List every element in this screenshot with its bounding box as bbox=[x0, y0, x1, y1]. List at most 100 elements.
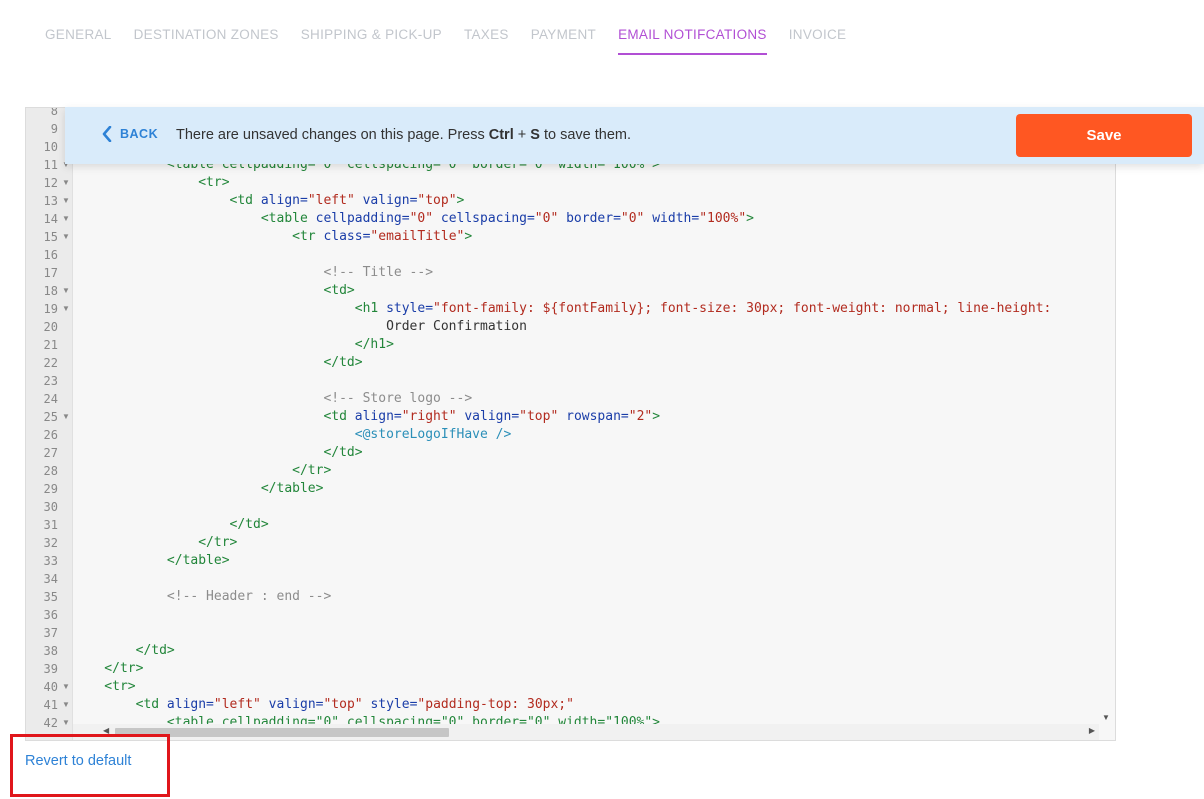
code-token: </table> bbox=[73, 481, 324, 496]
code-token: "top" bbox=[519, 409, 559, 424]
fold-toggle-icon[interactable]: ▼ bbox=[62, 192, 70, 210]
line-number: 8 bbox=[50, 107, 58, 118]
line-number: 20 bbox=[43, 320, 58, 334]
code-token: "0" bbox=[534, 211, 559, 226]
line-number: 26 bbox=[43, 428, 58, 442]
fold-toggle-icon[interactable]: ▼ bbox=[62, 174, 70, 192]
code-token: <td bbox=[73, 697, 167, 712]
code-line: </h1> bbox=[73, 336, 394, 354]
unsaved-message: There are unsaved changes on this page. … bbox=[176, 127, 632, 143]
code-line: <tr class="emailTitle"> bbox=[73, 228, 472, 246]
tab-invoice[interactable]: INVOICE bbox=[789, 26, 847, 53]
code-token: style= bbox=[362, 697, 418, 712]
code-token: <!-- Store logo --> bbox=[73, 391, 473, 406]
code-token: "padding-top: 30px;" bbox=[417, 697, 574, 712]
fold-toggle-icon[interactable]: ▼ bbox=[62, 282, 70, 300]
ctrl-key: Ctrl bbox=[488, 127, 514, 143]
line-number: 34 bbox=[43, 572, 58, 586]
line-number: 9 bbox=[50, 122, 58, 136]
line-number: 30 bbox=[43, 500, 58, 514]
code-token: "left" bbox=[213, 697, 261, 712]
code-token: Order Confirmation bbox=[73, 319, 527, 334]
code-token: "100%" bbox=[699, 211, 747, 226]
line-number: 17 bbox=[43, 266, 58, 280]
code-token: <td bbox=[73, 409, 355, 424]
tab-email-notifcations[interactable]: EMAIL NOTIFCATIONS bbox=[618, 26, 767, 55]
code-line: <h1 style="font-family: ${fontFamily}; f… bbox=[73, 300, 1052, 318]
scroll-down-icon[interactable]: ▼ bbox=[1102, 713, 1110, 722]
code-token: <tr> bbox=[73, 175, 230, 190]
tab-destination-zones[interactable]: DESTINATION ZONES bbox=[134, 26, 279, 53]
code-token: <table bbox=[73, 211, 316, 226]
code-token: border= bbox=[558, 211, 621, 226]
code-token: </h1> bbox=[73, 337, 394, 352]
code-line: <table cellpadding="0" cellspacing="0" b… bbox=[73, 714, 660, 724]
line-number: 15 bbox=[43, 230, 58, 244]
line-number-gutter: 8 9 10 11 ▼ 12 ▼ 13 ▼ 14 ▼ 15 ▼ 16 17 18 ▼ 19 ▼ 20 21 22 23 24 2… bbox=[26, 108, 73, 740]
code-token: <h1 bbox=[73, 301, 387, 316]
back-button[interactable]: BACK bbox=[102, 126, 158, 142]
code-line: <td align="right" valign="top" rowspan="… bbox=[73, 408, 660, 426]
code-token: align= bbox=[260, 193, 308, 208]
settings-tabs: GENERAL DESTINATION ZONES SHIPPING & PICK-… bbox=[45, 26, 846, 56]
code-token: valign= bbox=[456, 409, 520, 424]
scroll-right-icon[interactable]: ▶ bbox=[1089, 726, 1095, 735]
line-number: 12 bbox=[43, 176, 58, 190]
code-token: <tr bbox=[73, 229, 324, 244]
back-label: BACK bbox=[120, 127, 159, 141]
line-number: 42 bbox=[43, 716, 58, 730]
code-token: "left" bbox=[307, 193, 355, 208]
code-line: <!-- Header : end --> bbox=[73, 588, 331, 606]
code-token: </table> bbox=[73, 553, 230, 568]
code-line: <td align="left" valign="top"> bbox=[73, 192, 465, 210]
revert-to-default-link[interactable]: Revert to default bbox=[25, 753, 131, 769]
code-token: </tr> bbox=[73, 463, 332, 478]
line-number: 28 bbox=[43, 464, 58, 478]
code-token: valign= bbox=[260, 697, 324, 712]
code-token: "2" bbox=[628, 409, 653, 424]
tab-taxes[interactable]: TAXES bbox=[464, 26, 509, 53]
fold-toggle-icon[interactable]: ▼ bbox=[62, 714, 70, 732]
tab-general[interactable]: GENERAL bbox=[45, 26, 112, 53]
code-token: <table cellpadding="0" cellspacing="0" b… bbox=[73, 715, 660, 724]
code-token: class= bbox=[323, 229, 371, 244]
code-token: <@storeLogoIfHave /> bbox=[73, 427, 512, 442]
code-editor[interactable]: 8 9 10 11 ▼ 12 ▼ 13 ▼ 14 ▼ 15 ▼ 16 17 18 ▼ 19 ▼ 20 21 22 23 24 2… bbox=[25, 107, 1116, 741]
code-token: <!-- Title --> bbox=[73, 265, 434, 280]
code-token: align= bbox=[166, 697, 214, 712]
code-line: <@storeLogoIfHave /> bbox=[73, 426, 512, 444]
code-line: </td> bbox=[73, 444, 363, 462]
fold-toggle-icon[interactable]: ▼ bbox=[62, 696, 70, 714]
code-token: style= bbox=[386, 301, 434, 316]
fold-toggle-icon[interactable]: ▼ bbox=[62, 408, 70, 426]
code-token: > bbox=[652, 409, 661, 424]
line-number: 29 bbox=[43, 482, 58, 496]
fold-toggle-icon[interactable]: ▼ bbox=[62, 678, 70, 696]
line-number: 22 bbox=[43, 356, 58, 370]
code-area[interactable]: <table cellpadding="0" cellspacing="0" b… bbox=[73, 108, 1099, 724]
tab-shipping-pick-up[interactable]: SHIPPING & PICK-UP bbox=[301, 26, 442, 53]
line-number: 40 bbox=[43, 680, 58, 694]
vertical-scrollbar[interactable]: ▼ bbox=[1099, 108, 1115, 724]
fold-toggle-icon[interactable]: ▼ bbox=[62, 228, 70, 246]
code-token: > bbox=[464, 229, 473, 244]
code-line: </table> bbox=[73, 552, 230, 570]
line-number: 35 bbox=[43, 590, 58, 604]
code-token: </td> bbox=[73, 445, 363, 460]
code-token: "right" bbox=[401, 409, 457, 424]
save-button[interactable]: Save bbox=[1016, 114, 1192, 157]
code-token: > bbox=[746, 211, 754, 226]
code-token: "font-family: ${fontFamily}; font-size: … bbox=[433, 301, 1052, 316]
horizontal-scrollbar[interactable]: ◀ ▶ bbox=[73, 724, 1099, 740]
line-number: 25 bbox=[43, 410, 58, 424]
code-token: </td> bbox=[73, 517, 269, 532]
code-token: </tr> bbox=[73, 661, 144, 676]
code-line: <tr> bbox=[73, 678, 135, 696]
fold-toggle-icon[interactable]: ▼ bbox=[62, 300, 70, 318]
fold-toggle-icon[interactable]: ▼ bbox=[62, 210, 70, 228]
line-number: 13 bbox=[43, 194, 58, 208]
code-token: rowspan= bbox=[558, 409, 629, 424]
line-number: 38 bbox=[43, 644, 58, 658]
tab-payment[interactable]: PAYMENT bbox=[531, 26, 596, 53]
code-line: <!-- Store logo --> bbox=[73, 390, 472, 408]
